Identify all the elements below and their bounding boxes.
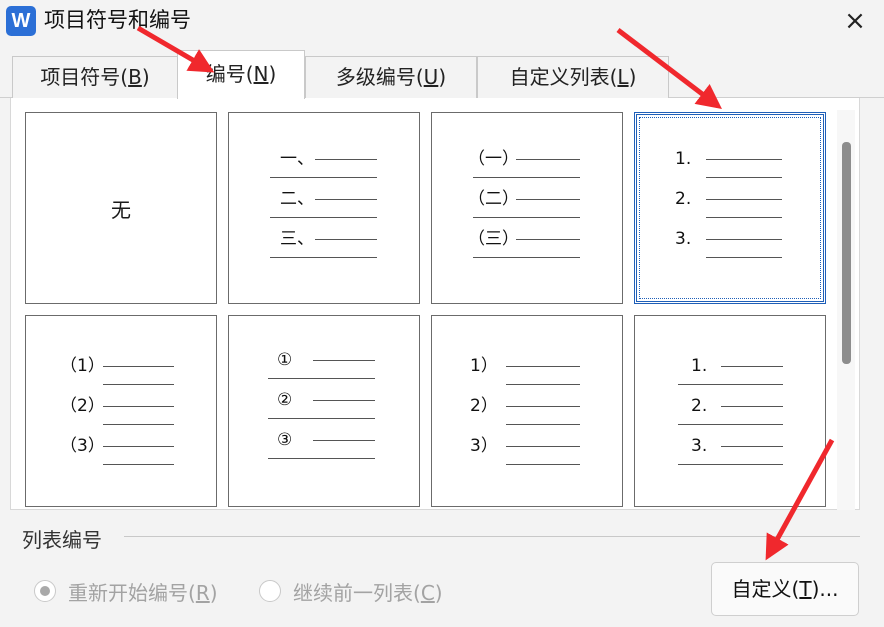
none-label: 无 — [111, 197, 131, 222]
list-marker: 3. — [691, 436, 708, 456]
list-marker: 一、 — [280, 149, 314, 169]
list-marker: ③ — [277, 430, 293, 450]
title-bar: W 项目符号和编号 × — [0, 0, 884, 42]
numbering-style-chinese-paren[interactable]: （一） （二） （三） — [431, 112, 623, 304]
list-marker: 1） — [470, 356, 498, 376]
list-marker: 2. — [691, 396, 708, 416]
wps-writer-icon: W — [6, 6, 36, 36]
restart-numbering-radio[interactable]: 重新开始编号(R) — [34, 576, 218, 606]
radio-unchecked-icon — [259, 580, 281, 602]
list-marker: （三） — [468, 229, 519, 249]
customize-button[interactable]: 自定义(T)... — [711, 562, 859, 616]
section-divider — [124, 536, 860, 537]
list-marker: 三、 — [280, 229, 314, 249]
continue-list-radio[interactable]: 继续前一列表(C) — [259, 576, 443, 606]
tab-strip: 项目符号(B) 编号(N) 多级编号(U) 自定义列表(L) — [0, 42, 884, 99]
dialog-body: 无 一、 二、 三、 （一） （二） （三） 1. 2. 3. （1） （2） … — [0, 98, 884, 627]
close-icon[interactable]: × — [838, 4, 872, 38]
list-marker: ② — [277, 390, 293, 410]
numbering-style-decimal-dot-indented[interactable]: 1. 2. 3. — [634, 315, 826, 507]
list-marker: ① — [277, 350, 293, 370]
list-marker: （1） — [60, 356, 105, 376]
numbering-style-decimal-dot[interactable]: 1. 2. 3. — [634, 112, 826, 304]
numbering-style-decimal-half-paren[interactable]: 1） 2） 3） — [431, 315, 623, 507]
numbering-style-circled[interactable]: ① ② ③ — [228, 315, 420, 507]
numbering-gallery: 无 一、 二、 三、 （一） （二） （三） 1. 2. 3. （1） （2） … — [10, 98, 860, 510]
tab-bullets[interactable]: 项目符号(B) — [12, 56, 178, 98]
numbering-style-decimal-paren[interactable]: （1） （2） （3） — [25, 315, 217, 507]
list-marker: 1. — [675, 149, 692, 169]
list-marker: （一） — [468, 149, 519, 169]
list-marker: 3. — [675, 229, 692, 249]
list-numbering-section-label: 列表编号 — [22, 528, 102, 552]
numbering-style-none[interactable]: 无 — [25, 112, 217, 304]
list-marker: （2） — [60, 396, 105, 416]
dialog-title: 项目符号和编号 — [44, 8, 191, 32]
radio-checked-icon — [34, 580, 56, 602]
list-marker: 2. — [675, 189, 692, 209]
list-marker: （3） — [60, 436, 105, 456]
continue-list-label: 继续前一列表(C) — [293, 580, 443, 605]
tab-custom-list[interactable]: 自定义列表(L) — [477, 56, 669, 98]
tab-multilevel[interactable]: 多级编号(U) — [305, 56, 477, 98]
restart-numbering-label: 重新开始编号(R) — [68, 580, 218, 605]
list-marker: （二） — [468, 189, 519, 209]
list-marker: 二、 — [280, 189, 314, 209]
gallery-scrollbar-thumb[interactable] — [842, 142, 851, 364]
numbering-style-chinese[interactable]: 一、 二、 三、 — [228, 112, 420, 304]
list-marker: 3） — [470, 436, 498, 456]
tab-numbering[interactable]: 编号(N) — [177, 50, 305, 99]
list-marker: 2） — [470, 396, 498, 416]
list-marker: 1. — [691, 356, 708, 376]
